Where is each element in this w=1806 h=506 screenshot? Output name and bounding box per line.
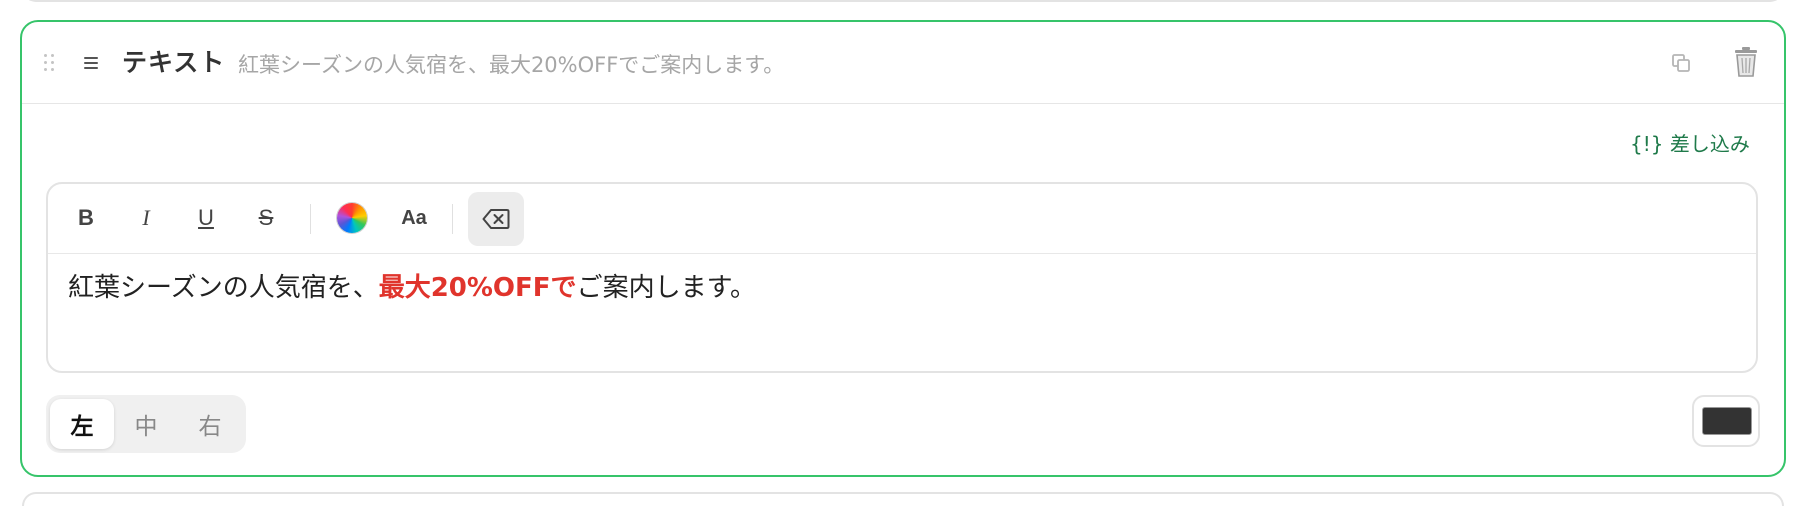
clear-format-button[interactable] [468, 192, 524, 246]
editor-content[interactable]: 紅葉シーズンの人気宿を、最大20%OFFでご案内します。 [68, 270, 756, 306]
previous-block-edge [22, 0, 1784, 2]
highlighted-text-segment: 最大20%OFFで [378, 273, 577, 303]
toolbar-divider [452, 204, 453, 234]
next-block-edge [22, 492, 1784, 506]
merge-tag-button[interactable]: {!} 差し込み [1630, 130, 1750, 158]
text-segment: ご案内します。 [576, 273, 756, 303]
block-header: テキスト 紅葉シーズンの人気宿を、最大20%OFFでご案内します。 [22, 22, 1784, 104]
text-segment: 紅葉シーズンの人気宿を、 [68, 273, 379, 303]
block-type-label: テキスト [122, 48, 226, 77]
color-swatch [1702, 407, 1752, 435]
align-right-button[interactable]: 右 [178, 399, 242, 449]
text-color-button[interactable] [330, 196, 374, 240]
duplicate-icon[interactable] [1670, 52, 1692, 74]
align-left-button[interactable]: 左 [50, 399, 114, 449]
drag-handle-icon[interactable] [44, 54, 56, 72]
rich-text-editor[interactable]: B I U S Aa 紅葉シーズンの人気宿を、最大20%OFFでご案内します。 [46, 182, 1758, 373]
text-block[interactable]: テキスト 紅葉シーズンの人気宿を、最大20%OFFでご案内します。 {!} 差し… [20, 20, 1786, 477]
toolbar-divider [310, 204, 311, 234]
italic-button[interactable]: I [124, 196, 168, 240]
backspace-icon [482, 209, 510, 229]
text-color-swatch-button[interactable] [1692, 395, 1760, 447]
collapse-menu-icon[interactable] [84, 56, 98, 70]
strikethrough-button[interactable]: S [244, 196, 288, 240]
align-center-button[interactable]: 中 [114, 399, 178, 449]
underline-button[interactable]: U [184, 196, 228, 240]
color-wheel-icon [337, 203, 367, 233]
font-size-button[interactable]: Aa [392, 196, 436, 240]
bold-button[interactable]: B [64, 196, 108, 240]
alignment-segmented-control: 左 中 右 [46, 395, 246, 453]
block-preview-text: 紅葉シーズンの人気宿を、最大20%OFFでご案内します。 [238, 53, 785, 77]
trash-icon[interactable] [1732, 46, 1760, 78]
editor-toolbar: B I U S Aa [48, 184, 1756, 254]
